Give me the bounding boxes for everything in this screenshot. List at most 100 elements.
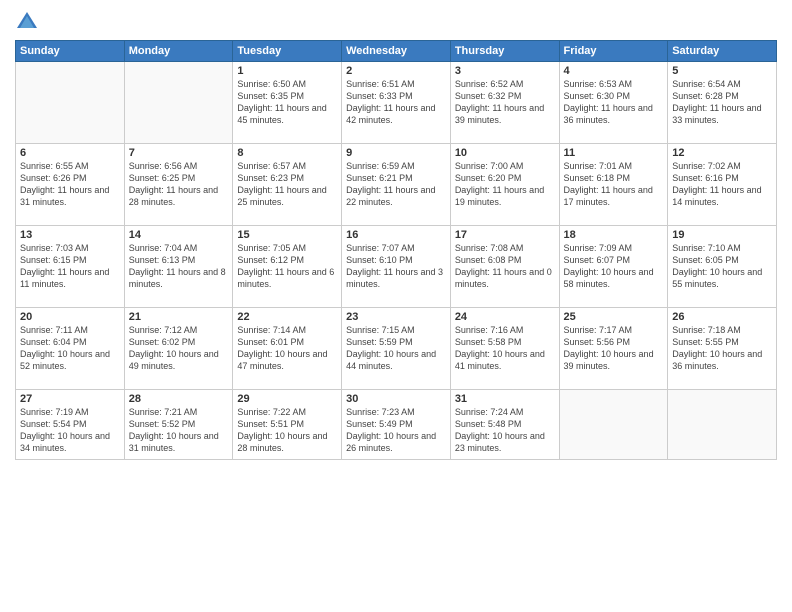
day-number: 23 bbox=[346, 311, 446, 323]
calendar-day-cell: 14Sunrise: 7:04 AM Sunset: 6:13 PM Dayli… bbox=[124, 226, 233, 308]
calendar-week-row: 1Sunrise: 6:50 AM Sunset: 6:35 PM Daylig… bbox=[16, 62, 777, 144]
day-info: Sunrise: 7:05 AM Sunset: 6:12 PM Dayligh… bbox=[237, 242, 337, 291]
calendar-day-cell: 24Sunrise: 7:16 AM Sunset: 5:58 PM Dayli… bbox=[450, 308, 559, 390]
calendar-week-row: 6Sunrise: 6:55 AM Sunset: 6:26 PM Daylig… bbox=[16, 144, 777, 226]
calendar-day-cell: 12Sunrise: 7:02 AM Sunset: 6:16 PM Dayli… bbox=[668, 144, 777, 226]
weekday-header: Sunday bbox=[16, 41, 125, 62]
calendar-day-cell: 20Sunrise: 7:11 AM Sunset: 6:04 PM Dayli… bbox=[16, 308, 125, 390]
day-number: 16 bbox=[346, 229, 446, 241]
calendar-day-cell: 26Sunrise: 7:18 AM Sunset: 5:55 PM Dayli… bbox=[668, 308, 777, 390]
calendar-day-cell: 27Sunrise: 7:19 AM Sunset: 5:54 PM Dayli… bbox=[16, 390, 125, 460]
day-number: 5 bbox=[672, 65, 772, 77]
calendar-day-cell: 21Sunrise: 7:12 AM Sunset: 6:02 PM Dayli… bbox=[124, 308, 233, 390]
header bbox=[15, 10, 777, 34]
day-info: Sunrise: 6:56 AM Sunset: 6:25 PM Dayligh… bbox=[129, 160, 229, 209]
day-info: Sunrise: 7:16 AM Sunset: 5:58 PM Dayligh… bbox=[455, 324, 555, 373]
day-info: Sunrise: 7:04 AM Sunset: 6:13 PM Dayligh… bbox=[129, 242, 229, 291]
calendar-table: SundayMondayTuesdayWednesdayThursdayFrid… bbox=[15, 40, 777, 460]
day-info: Sunrise: 7:11 AM Sunset: 6:04 PM Dayligh… bbox=[20, 324, 120, 373]
weekday-header: Saturday bbox=[668, 41, 777, 62]
calendar-day-cell: 9Sunrise: 6:59 AM Sunset: 6:21 PM Daylig… bbox=[342, 144, 451, 226]
calendar-day-cell: 30Sunrise: 7:23 AM Sunset: 5:49 PM Dayli… bbox=[342, 390, 451, 460]
day-info: Sunrise: 7:02 AM Sunset: 6:16 PM Dayligh… bbox=[672, 160, 772, 209]
day-number: 17 bbox=[455, 229, 555, 241]
day-number: 13 bbox=[20, 229, 120, 241]
calendar-day-cell: 13Sunrise: 7:03 AM Sunset: 6:15 PM Dayli… bbox=[16, 226, 125, 308]
day-info: Sunrise: 7:07 AM Sunset: 6:10 PM Dayligh… bbox=[346, 242, 446, 291]
day-info: Sunrise: 7:17 AM Sunset: 5:56 PM Dayligh… bbox=[564, 324, 664, 373]
day-info: Sunrise: 7:14 AM Sunset: 6:01 PM Dayligh… bbox=[237, 324, 337, 373]
calendar-day-cell bbox=[668, 390, 777, 460]
calendar-day-cell: 1Sunrise: 6:50 AM Sunset: 6:35 PM Daylig… bbox=[233, 62, 342, 144]
calendar-day-cell: 5Sunrise: 6:54 AM Sunset: 6:28 PM Daylig… bbox=[668, 62, 777, 144]
calendar-day-cell: 8Sunrise: 6:57 AM Sunset: 6:23 PM Daylig… bbox=[233, 144, 342, 226]
weekday-header: Monday bbox=[124, 41, 233, 62]
weekday-header: Thursday bbox=[450, 41, 559, 62]
day-number: 24 bbox=[455, 311, 555, 323]
day-info: Sunrise: 7:21 AM Sunset: 5:52 PM Dayligh… bbox=[129, 406, 229, 455]
day-info: Sunrise: 7:24 AM Sunset: 5:48 PM Dayligh… bbox=[455, 406, 555, 455]
day-number: 21 bbox=[129, 311, 229, 323]
calendar-day-cell: 11Sunrise: 7:01 AM Sunset: 6:18 PM Dayli… bbox=[559, 144, 668, 226]
day-info: Sunrise: 7:23 AM Sunset: 5:49 PM Dayligh… bbox=[346, 406, 446, 455]
calendar-day-cell: 4Sunrise: 6:53 AM Sunset: 6:30 PM Daylig… bbox=[559, 62, 668, 144]
day-number: 20 bbox=[20, 311, 120, 323]
day-number: 1 bbox=[237, 65, 337, 77]
day-number: 7 bbox=[129, 147, 229, 159]
day-info: Sunrise: 6:55 AM Sunset: 6:26 PM Dayligh… bbox=[20, 160, 120, 209]
calendar-day-cell: 7Sunrise: 6:56 AM Sunset: 6:25 PM Daylig… bbox=[124, 144, 233, 226]
calendar-day-cell: 22Sunrise: 7:14 AM Sunset: 6:01 PM Dayli… bbox=[233, 308, 342, 390]
day-info: Sunrise: 6:51 AM Sunset: 6:33 PM Dayligh… bbox=[346, 78, 446, 127]
day-info: Sunrise: 7:22 AM Sunset: 5:51 PM Dayligh… bbox=[237, 406, 337, 455]
calendar-day-cell: 18Sunrise: 7:09 AM Sunset: 6:07 PM Dayli… bbox=[559, 226, 668, 308]
calendar-day-cell: 3Sunrise: 6:52 AM Sunset: 6:32 PM Daylig… bbox=[450, 62, 559, 144]
day-info: Sunrise: 7:09 AM Sunset: 6:07 PM Dayligh… bbox=[564, 242, 664, 291]
day-info: Sunrise: 7:19 AM Sunset: 5:54 PM Dayligh… bbox=[20, 406, 120, 455]
calendar-day-cell: 25Sunrise: 7:17 AM Sunset: 5:56 PM Dayli… bbox=[559, 308, 668, 390]
day-info: Sunrise: 6:59 AM Sunset: 6:21 PM Dayligh… bbox=[346, 160, 446, 209]
day-number: 14 bbox=[129, 229, 229, 241]
day-info: Sunrise: 6:52 AM Sunset: 6:32 PM Dayligh… bbox=[455, 78, 555, 127]
day-number: 26 bbox=[672, 311, 772, 323]
calendar-day-cell bbox=[16, 62, 125, 144]
day-number: 9 bbox=[346, 147, 446, 159]
day-number: 22 bbox=[237, 311, 337, 323]
day-number: 2 bbox=[346, 65, 446, 77]
day-info: Sunrise: 6:50 AM Sunset: 6:35 PM Dayligh… bbox=[237, 78, 337, 127]
calendar-day-cell: 2Sunrise: 6:51 AM Sunset: 6:33 PM Daylig… bbox=[342, 62, 451, 144]
day-info: Sunrise: 6:54 AM Sunset: 6:28 PM Dayligh… bbox=[672, 78, 772, 127]
day-info: Sunrise: 7:08 AM Sunset: 6:08 PM Dayligh… bbox=[455, 242, 555, 291]
logo bbox=[15, 10, 43, 34]
day-info: Sunrise: 7:01 AM Sunset: 6:18 PM Dayligh… bbox=[564, 160, 664, 209]
day-number: 3 bbox=[455, 65, 555, 77]
day-info: Sunrise: 7:15 AM Sunset: 5:59 PM Dayligh… bbox=[346, 324, 446, 373]
logo-icon bbox=[15, 10, 39, 34]
day-number: 6 bbox=[20, 147, 120, 159]
calendar-header-row: SundayMondayTuesdayWednesdayThursdayFrid… bbox=[16, 41, 777, 62]
weekday-header: Wednesday bbox=[342, 41, 451, 62]
calendar-week-row: 27Sunrise: 7:19 AM Sunset: 5:54 PM Dayli… bbox=[16, 390, 777, 460]
calendar-day-cell: 29Sunrise: 7:22 AM Sunset: 5:51 PM Dayli… bbox=[233, 390, 342, 460]
calendar-day-cell: 16Sunrise: 7:07 AM Sunset: 6:10 PM Dayli… bbox=[342, 226, 451, 308]
day-number: 31 bbox=[455, 393, 555, 405]
calendar-day-cell: 19Sunrise: 7:10 AM Sunset: 6:05 PM Dayli… bbox=[668, 226, 777, 308]
calendar-day-cell: 31Sunrise: 7:24 AM Sunset: 5:48 PM Dayli… bbox=[450, 390, 559, 460]
calendar-day-cell: 15Sunrise: 7:05 AM Sunset: 6:12 PM Dayli… bbox=[233, 226, 342, 308]
day-info: Sunrise: 7:12 AM Sunset: 6:02 PM Dayligh… bbox=[129, 324, 229, 373]
calendar-day-cell: 17Sunrise: 7:08 AM Sunset: 6:08 PM Dayli… bbox=[450, 226, 559, 308]
day-number: 10 bbox=[455, 147, 555, 159]
day-info: Sunrise: 7:00 AM Sunset: 6:20 PM Dayligh… bbox=[455, 160, 555, 209]
day-number: 29 bbox=[237, 393, 337, 405]
calendar-day-cell: 28Sunrise: 7:21 AM Sunset: 5:52 PM Dayli… bbox=[124, 390, 233, 460]
day-number: 8 bbox=[237, 147, 337, 159]
day-number: 11 bbox=[564, 147, 664, 159]
weekday-header: Tuesday bbox=[233, 41, 342, 62]
day-number: 30 bbox=[346, 393, 446, 405]
calendar-day-cell: 10Sunrise: 7:00 AM Sunset: 6:20 PM Dayli… bbox=[450, 144, 559, 226]
day-number: 27 bbox=[20, 393, 120, 405]
calendar-day-cell: 23Sunrise: 7:15 AM Sunset: 5:59 PM Dayli… bbox=[342, 308, 451, 390]
calendar-day-cell bbox=[559, 390, 668, 460]
day-info: Sunrise: 6:57 AM Sunset: 6:23 PM Dayligh… bbox=[237, 160, 337, 209]
day-number: 18 bbox=[564, 229, 664, 241]
calendar-day-cell bbox=[124, 62, 233, 144]
